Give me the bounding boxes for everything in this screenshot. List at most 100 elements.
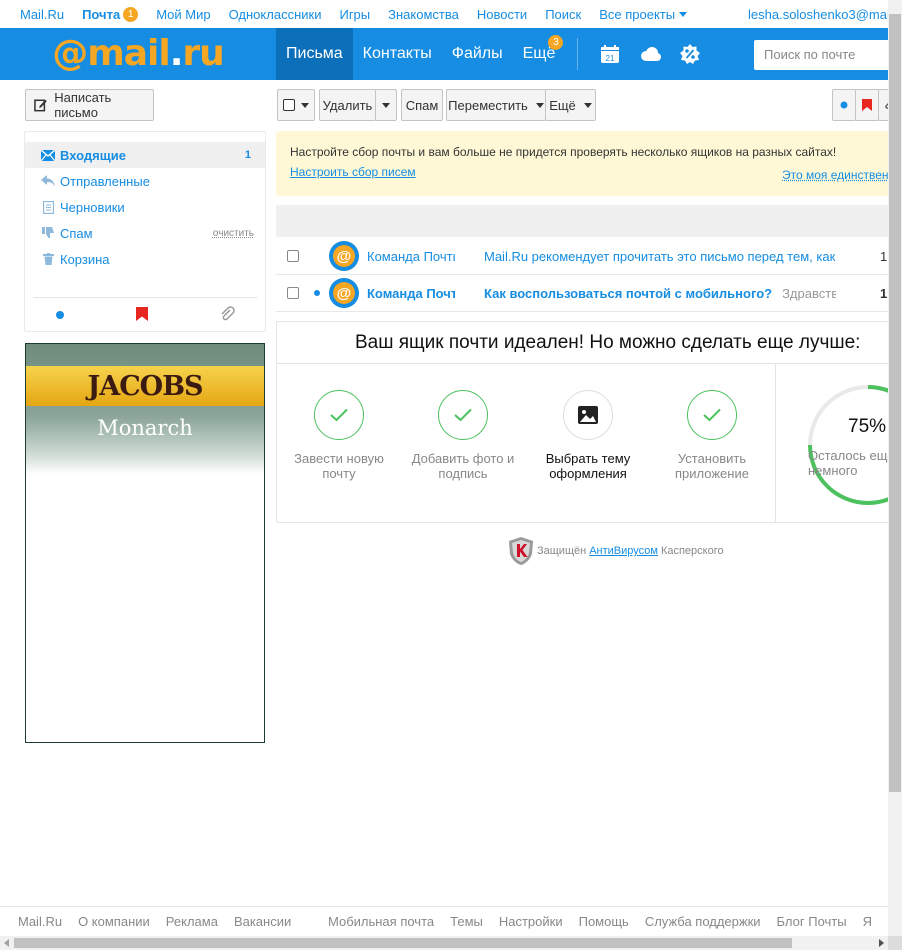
portal-link-mailru[interactable]: Mail.Ru [20,7,64,22]
footer-link-about[interactable]: О компании [78,914,150,929]
collector-notice: Настройте сбор почты и вам больше не при… [276,131,890,196]
scroll-left-icon[interactable] [2,938,12,948]
calendar-day: 21 [606,54,615,63]
promo-divider [775,364,776,523]
delete-button[interactable]: Удалить [319,89,376,121]
portal-link-ok[interactable]: Одноклассники [229,7,322,22]
footer-link-themes[interactable]: Темы [450,914,483,929]
folder-spam[interactable]: Спам очистить [25,220,265,246]
folder-filters [33,297,257,321]
calendar-icon[interactable]: 21 [590,28,630,80]
delete-dropdown[interactable] [375,89,397,121]
image-icon [563,390,613,440]
task-theme[interactable]: Выбрать тему оформления [533,390,643,481]
footer-link-jobs[interactable]: Вакансии [234,914,291,929]
spam-button[interactable]: Спам [401,89,443,121]
folder-inbox-count: 1 [245,149,251,161]
horizontal-scroll-thumb[interactable] [14,938,792,948]
footer-link-blog[interactable]: Блог Почты [777,914,847,929]
flag-button[interactable] [855,89,879,121]
kaspersky-link[interactable]: АнтиВирусом [589,545,658,557]
portal-link-mail[interactable]: Почта 1 [82,7,138,22]
chevron-down-icon [382,103,390,108]
compose-label: Написать письмо [54,90,153,120]
footer-link-mobile[interactable]: Мобильная почта [328,914,434,929]
user-email[interactable]: lesha.soloshenko3@mail.ru [748,0,888,28]
attachment-filter-icon[interactable] [219,306,235,325]
message-subject: Как воспользоваться почтой с мобильного?… [484,286,836,301]
nav-letters[interactable]: Письма [276,28,353,80]
folder-drafts-label: Черновики [60,200,125,215]
task-photo-signature[interactable]: Добавить фото и подпись [408,390,518,481]
footer-link-support[interactable]: Служба поддержки [645,914,761,929]
portal-link-all-projects[interactable]: Все проекты [599,7,687,22]
mark-read-button[interactable] [832,89,856,121]
footer-link-ads[interactable]: Реклама [166,914,218,929]
portal-link-search[interactable]: Поиск [545,7,581,22]
portal-link-games[interactable]: Игры [339,7,370,22]
kaspersky-notice: Защищён АнтиВирусом Касперского [508,536,724,566]
footer-link-ya[interactable]: Я [863,914,872,929]
ad-sub: Monarch [26,416,264,440]
more-button[interactable]: Ещё [545,89,596,121]
sender-avatar: @ [329,241,359,271]
nav-contacts[interactable]: Контакты [353,28,442,80]
message-date: 1 [880,286,887,301]
only-mailbox-link[interactable]: Это моя единственная почта [782,168,890,182]
nav-more[interactable]: Ещё 3 [513,28,566,80]
horizontal-scrollbar[interactable] [0,936,888,950]
footer-link-help[interactable]: Помощь [579,914,629,929]
select-all-dropdown[interactable] [277,89,315,121]
ad-banner[interactable]: JACOBS Monarch [25,343,265,743]
draft-icon [41,201,55,214]
message-row[interactable]: @ Команда Почты Mail.Ru рекомендует проч… [276,238,890,275]
flag-icon [862,99,872,111]
unread-dot-icon[interactable] [314,290,320,296]
logo[interactable]: @mail.ru [0,28,276,80]
scroll-right-icon[interactable] [876,938,886,948]
chevron-down-icon [584,103,592,108]
folder-trash-label: Корзина [60,252,110,267]
flag-filter-icon[interactable] [136,307,148,324]
folder-sent[interactable]: Отправленные [25,168,265,194]
progress-ring [783,360,896,523]
kaspersky-suffix: Касперского [661,545,724,557]
portal-link-my-world[interactable]: Мой Мир [156,7,210,22]
logo-tld: ru [182,33,223,74]
message-row[interactable]: @ Команда Почты Как воспользоваться почт… [276,275,890,312]
footer-link-settings[interactable]: Настройки [499,914,563,929]
clean-spam-link[interactable]: очистить [213,228,254,239]
task-new-mail[interactable]: Завести новую почту [284,390,394,481]
task-install-app[interactable]: Установить приложение [657,390,767,481]
progress-percent: 75% [848,416,886,438]
portal-link-dating[interactable]: Знакомства [388,7,459,22]
vertical-scrollbar[interactable] [888,0,902,936]
compose-button[interactable]: Написать письмо [25,89,154,121]
folder-spam-label: Спам [60,226,93,241]
portal-link-news[interactable]: Новости [477,7,527,22]
message-checkbox[interactable] [287,287,299,299]
discount-icon[interactable] [670,28,710,80]
nav-files[interactable]: Файлы [442,28,513,80]
logo-main: @mail [52,33,169,74]
message-date: 1 [880,249,887,264]
folder-trash[interactable]: Корзина [25,246,265,272]
folder-drafts[interactable]: Черновики [25,194,265,220]
folder-inbox-label: Входящие [60,148,126,163]
sender-avatar: @ [329,278,359,308]
thumbs-down-icon [41,227,55,239]
compose-icon [34,98,47,112]
search-input[interactable]: Поиск по почте [754,40,902,70]
all-projects-label: Все проекты [599,7,675,22]
vertical-scroll-thumb[interactable] [889,14,901,792]
folder-list: Входящие 1 Отправленные Черновики Спам о… [24,131,266,332]
folder-inbox[interactable]: Входящие 1 [25,142,265,168]
trash-icon [41,253,55,265]
move-button[interactable]: Переместить [446,89,546,121]
message-checkbox[interactable] [287,250,299,262]
cloud-icon[interactable] [630,28,670,80]
task-label: Добавить фото и подпись [412,451,515,481]
footer-link-mailru[interactable]: Mail.Ru [18,914,62,929]
kaspersky-prefix: Защищён [537,545,586,557]
unread-filter-icon[interactable] [55,308,65,323]
